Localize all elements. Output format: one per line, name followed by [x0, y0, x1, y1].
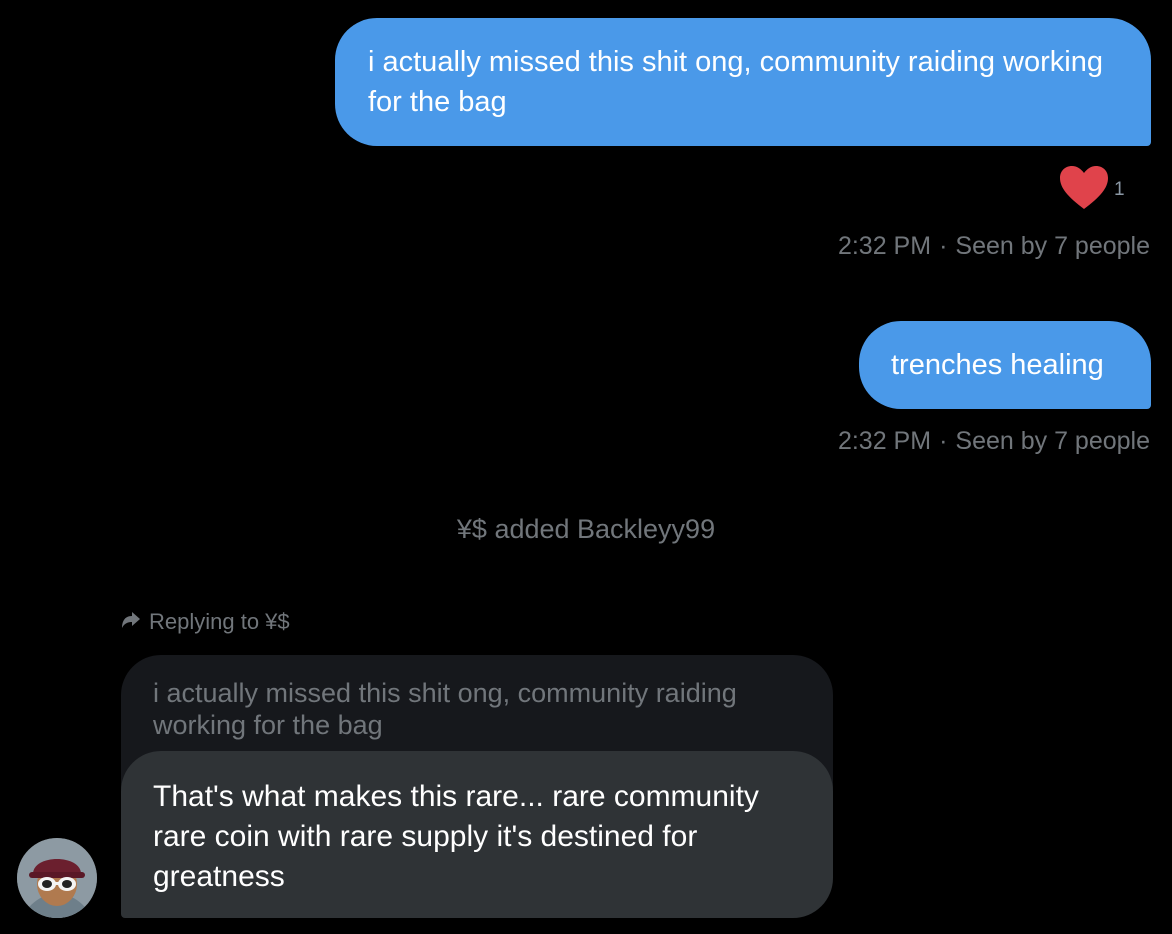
received-message-bubble[interactable]: That's what makes this rare... rare comm… [121, 751, 833, 918]
sent-message-bubble[interactable]: trenches healing [859, 321, 1151, 409]
meta-separator: · [939, 427, 948, 455]
meta-separator: · [939, 232, 948, 260]
reply-indicator-label: Replying to ¥$ [149, 609, 290, 634]
heart-icon [1058, 165, 1110, 211]
seen-status[interactable]: Seen by 7 people [955, 232, 1150, 260]
reaction-count: 1 [1114, 179, 1125, 200]
avatar-image [17, 838, 97, 918]
reply-arrow-icon [121, 609, 141, 635]
message-text: trenches healing [891, 349, 1104, 381]
message-meta: 2:32 PM · Seen by 7 people [838, 232, 1150, 261]
system-event-text: ¥$ added Backleyy99 [456, 514, 716, 544]
message-time: 2:32 PM [837, 232, 932, 260]
message-text: That's what makes this rare... rare comm… [153, 780, 759, 893]
quoted-message-text: i actually missed this shit ong, communi… [153, 678, 737, 740]
message-time: 2:32 PM [837, 427, 932, 455]
conversation-view: i actually missed this shit ong, communi… [0, 0, 1172, 934]
message-text: i actually missed this shit ong, communi… [368, 46, 1103, 118]
avatar[interactable] [17, 838, 97, 918]
message-meta: 2:32 PM · Seen by 7 people [838, 427, 1150, 456]
sent-message-bubble[interactable]: i actually missed this shit ong, communi… [335, 18, 1151, 146]
message-reaction[interactable]: 1 [1058, 165, 1125, 211]
seen-status[interactable]: Seen by 7 people [955, 427, 1150, 455]
reply-indicator[interactable]: Replying to ¥$ [121, 609, 290, 635]
